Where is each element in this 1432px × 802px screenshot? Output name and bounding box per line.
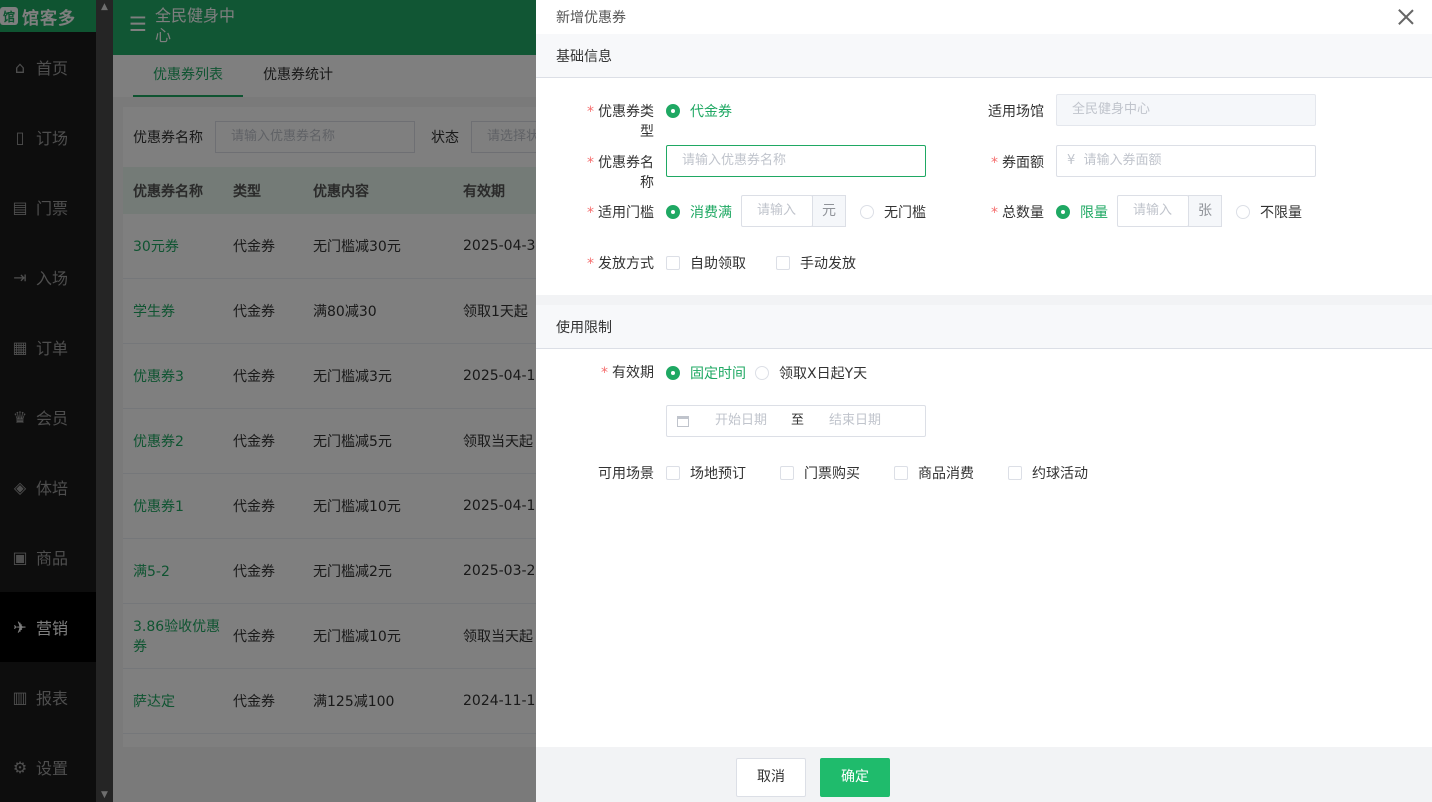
checkbox-box xyxy=(776,256,790,270)
quantity-label: 总数量 xyxy=(976,202,1044,222)
basic-form: 优惠券类型 代金券 适用场馆 全民健身中心 优惠券名称 请输入优惠券名称 券面额… xyxy=(536,78,1432,295)
section-usage-limits: 使用限制 xyxy=(536,305,1432,349)
quantity-label-text: 总数量 xyxy=(1002,205,1044,221)
drawer-title: 新增优惠券 xyxy=(556,10,626,26)
add-coupon-drawer: 新增优惠券 基础信息 优惠券类型 代金券 适用场馆 全民健身中心 优惠券名称 请… xyxy=(536,0,1432,802)
validity-label-text: 有效期 xyxy=(612,365,654,381)
threshold-amount-input[interactable]: 请输入 xyxy=(741,195,813,227)
threshold-unit: 元 xyxy=(812,195,846,227)
threshold-label-text: 适用门槛 xyxy=(598,205,654,221)
scene-ticket-checkbox[interactable]: 门票购买 xyxy=(780,463,860,483)
radio-label: 不限量 xyxy=(1260,205,1302,221)
radio-label: 消费满 xyxy=(690,205,732,221)
coupon-name-label-text: 优惠券名称 xyxy=(598,155,654,191)
drawer-header: 新增优惠券 xyxy=(536,0,1432,34)
threshold-label: 适用门槛 xyxy=(574,202,654,222)
scene-match-checkbox[interactable]: 约球活动 xyxy=(1008,463,1088,483)
quantity-radio-unlimited[interactable]: 不限量 xyxy=(1236,202,1302,222)
close-icon[interactable] xyxy=(1398,9,1414,25)
radio-dot xyxy=(1056,205,1070,219)
radio-label: 领取X日起Y天 xyxy=(779,366,868,382)
checkbox-box xyxy=(894,466,908,480)
venue-input: 全民健身中心 xyxy=(1056,94,1316,126)
checkbox-label: 约球活动 xyxy=(1032,466,1088,482)
checkbox-box xyxy=(780,466,794,480)
issue-self-checkbox[interactable]: 自助领取 xyxy=(666,253,746,273)
cancel-button[interactable]: 取消 xyxy=(736,758,806,797)
date-range-picker[interactable]: 开始日期 至 结束日期 xyxy=(666,405,926,437)
drawer-footer xyxy=(536,747,1432,802)
section-divider xyxy=(536,295,1432,305)
checkbox-box xyxy=(666,256,680,270)
checkbox-label: 自助领取 xyxy=(690,256,746,272)
section-basic-info: 基础信息 xyxy=(536,34,1432,78)
validity-radio-fixed[interactable]: 固定时间 xyxy=(666,363,746,383)
limit-form: 有效期 固定时间 领取X日起Y天 开始日期 至 结束日期 可用场景 场地预订 门… xyxy=(536,349,1432,499)
radio-dot xyxy=(860,205,874,219)
radio-label: 固定时间 xyxy=(690,366,746,382)
amount-label-text: 券面额 xyxy=(1002,155,1044,171)
calendar-icon xyxy=(677,415,689,427)
checkbox-box xyxy=(1008,466,1022,480)
checkbox-label: 手动发放 xyxy=(800,256,856,272)
date-separator: 至 xyxy=(791,413,805,428)
checkbox-box xyxy=(666,466,680,480)
radio-label: 无门槛 xyxy=(884,205,926,221)
validity-radio-relative[interactable]: 领取X日起Y天 xyxy=(755,363,867,383)
validity-label: 有效期 xyxy=(574,362,654,382)
end-date-input[interactable]: 结束日期 xyxy=(829,406,881,436)
scene-court-checkbox[interactable]: 场地预订 xyxy=(666,463,746,483)
venue-label: 适用场馆 xyxy=(988,104,1044,120)
quantity-unit: 张 xyxy=(1188,195,1222,227)
issue-label: 发放方式 xyxy=(574,253,654,273)
yen-icon: ¥ xyxy=(1067,153,1076,168)
checkbox-label: 场地预订 xyxy=(690,466,746,482)
radio-label: 限量 xyxy=(1080,205,1108,221)
scene-label: 可用场景 xyxy=(598,466,654,482)
threshold-radio-none[interactable]: 无门槛 xyxy=(860,202,926,222)
checkbox-label: 商品消费 xyxy=(918,466,974,482)
issue-label-text: 发放方式 xyxy=(598,256,654,272)
amount-placeholder: 请输入券面额 xyxy=(1083,153,1162,168)
radio-dot xyxy=(666,366,680,380)
coupon-type-label-text: 优惠券类型 xyxy=(598,104,654,140)
coupon-type-label: 优惠券类型 xyxy=(574,101,654,141)
radio-dot xyxy=(666,104,680,118)
radio-label: 代金券 xyxy=(690,104,732,120)
threshold-radio-spend[interactable]: 消费满 xyxy=(666,202,732,222)
radio-dot xyxy=(666,205,680,219)
coupon-name-label: 优惠券名称 xyxy=(574,152,654,192)
coupon-name-input[interactable]: 请输入优惠券名称 xyxy=(666,145,926,177)
quantity-input[interactable]: 请输入 xyxy=(1117,195,1189,227)
coupon-type-radio-voucher[interactable]: 代金券 xyxy=(666,101,732,121)
radio-dot xyxy=(755,366,769,380)
start-date-input[interactable]: 开始日期 xyxy=(715,406,785,436)
confirm-button[interactable]: 确定 xyxy=(820,758,890,797)
issue-manual-checkbox[interactable]: 手动发放 xyxy=(776,253,856,273)
radio-dot xyxy=(1236,205,1250,219)
amount-input[interactable]: ¥ 请输入券面额 xyxy=(1056,145,1316,177)
amount-label: 券面额 xyxy=(976,152,1044,172)
checkbox-label: 门票购买 xyxy=(804,466,860,482)
scene-goods-checkbox[interactable]: 商品消费 xyxy=(894,463,974,483)
quantity-radio-limited[interactable]: 限量 xyxy=(1056,202,1108,222)
